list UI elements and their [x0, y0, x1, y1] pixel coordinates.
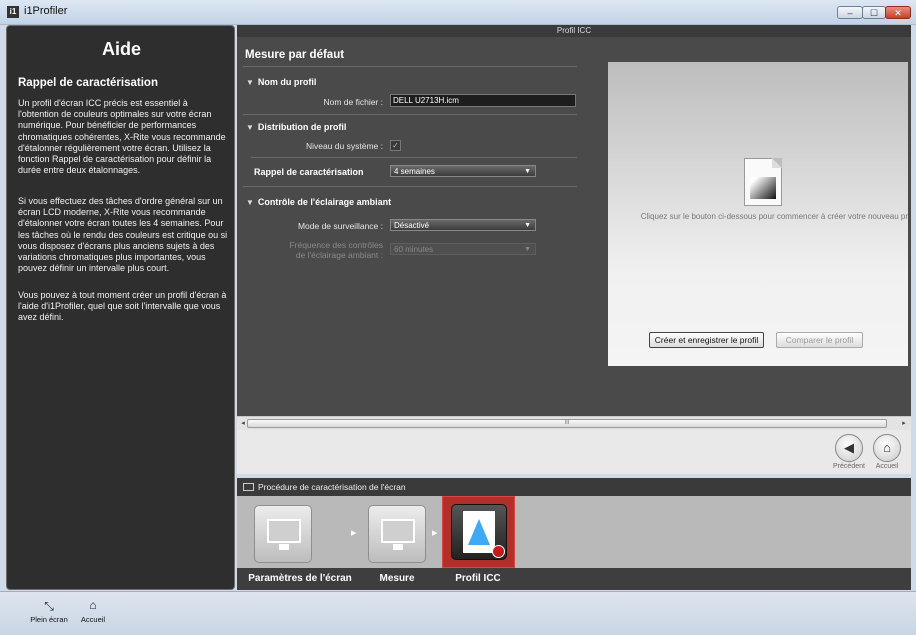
- group-distribution[interactable]: ▼ Distribution de profil: [246, 122, 346, 132]
- fullscreen-label[interactable]: Plein écran: [25, 615, 73, 624]
- home-bottom-label[interactable]: Accueil: [75, 615, 111, 624]
- horizontal-scrollbar[interactable]: ◂ III ▸: [237, 416, 911, 430]
- divider: [243, 114, 577, 115]
- procedure-steps: ▸ ▸ Paramètres de l'écran Mesure Profil …: [237, 496, 911, 590]
- reminder-value: 4 semaines: [394, 167, 435, 176]
- monitoring-mode-value: Désactivé: [394, 221, 430, 230]
- window-title: i1Profiler: [24, 5, 68, 17]
- help-paragraph-3: Vous pouvez à tout moment créer un profi…: [18, 290, 227, 323]
- home-label: Accueil: [875, 463, 899, 470]
- scroll-right-icon[interactable]: ▸: [898, 418, 910, 429]
- bottom-toolbar: ⤡ Plein écran ⌂ Accueil: [0, 591, 916, 635]
- divider: [251, 157, 577, 158]
- previous-label: Précédent: [833, 463, 865, 470]
- group-profile-name-label: Nom du profil: [257, 77, 317, 87]
- maximize-button[interactable]: ☐: [862, 6, 886, 19]
- measurement-icon: [381, 519, 415, 543]
- create-save-profile-button[interactable]: Créer et enregistrer le profil: [649, 332, 764, 348]
- previous-button[interactable]: ◀: [835, 434, 863, 462]
- step-icc-profile[interactable]: [451, 504, 507, 560]
- procedure-footer: Paramètres de l'écran Mesure Profil ICC: [237, 568, 911, 590]
- main-header: Profil ICC: [237, 25, 911, 37]
- group-ambient-label: Contrôle de l'éclairage ambiant: [257, 197, 392, 207]
- step-label-icc-profile: Profil ICC: [455, 573, 501, 584]
- scrollbar-thumb[interactable]: III: [247, 419, 887, 428]
- step-label-display-settings: Paramètres de l'écran: [248, 573, 352, 584]
- compare-profile-button: Comparer le profil: [776, 332, 863, 348]
- monitoring-mode-label: Mode de surveillance :: [297, 221, 383, 231]
- divider: [243, 186, 577, 187]
- procedure-header: Procédure de caractérisation de l'écran: [237, 478, 911, 496]
- system-level-label: Niveau du système :: [305, 141, 383, 151]
- reminder-dropdown[interactable]: 4 semaines ▼: [390, 165, 536, 177]
- settings-panel: Mesure par défaut ▼ Nom du profil Nom de …: [237, 37, 911, 416]
- filename-input[interactable]: [390, 94, 576, 107]
- divider: [243, 66, 577, 67]
- document-icon: [744, 158, 782, 206]
- navigation-area: ◀ Précédent ⌂ Accueil: [237, 430, 911, 474]
- group-ambient[interactable]: ▼ Contrôle de l'éclairage ambiant: [246, 197, 391, 207]
- chevron-down-icon: ▼: [524, 168, 531, 175]
- monitoring-mode-dropdown[interactable]: Désactivé ▼: [390, 219, 536, 231]
- preview-hint: Cliquez sur le bouton ci-dessous pour co…: [640, 212, 908, 221]
- step-measurement[interactable]: [368, 505, 426, 563]
- display-settings-icon: [267, 519, 301, 543]
- section-title: Mesure par défaut: [245, 49, 345, 61]
- collapse-triangle-icon: ▼: [246, 198, 254, 207]
- reminder-label: Rappel de caractérisation: [254, 167, 364, 177]
- fullscreen-icon[interactable]: ⤡: [37, 599, 61, 614]
- collapse-triangle-icon: ▼: [246, 123, 254, 132]
- step-arrow-icon: ▸: [432, 527, 438, 539]
- title-bar: i1 i1Profiler ‒ ☐ ✕: [0, 0, 916, 25]
- chevron-down-icon: ▼: [524, 246, 531, 253]
- app-icon: i1: [7, 6, 19, 18]
- help-paragraph-1: Un profil d'écran ICC précis est essenti…: [18, 98, 226, 176]
- help-paragraph-2: Si vous effectuez des tâches d'ordre gén…: [18, 196, 228, 274]
- step-display-settings[interactable]: [254, 505, 312, 563]
- home-icon[interactable]: ⌂: [81, 598, 105, 612]
- frequency-label: Fréquence des contrôles de l'éclairage a…: [289, 240, 383, 260]
- group-distribution-label: Distribution de profil: [257, 122, 347, 132]
- icc-profile-icon: [463, 511, 495, 553]
- procedure-title: Procédure de caractérisation de l'écran: [258, 482, 406, 492]
- frequency-value: 60 minutes: [394, 245, 434, 254]
- chevron-down-icon: ▼: [524, 222, 531, 229]
- badge-icon: [492, 545, 505, 558]
- system-level-checkbox[interactable]: ✓: [390, 140, 401, 151]
- minimize-button[interactable]: ‒: [837, 6, 863, 19]
- group-profile-name[interactable]: ▼ Nom du profil: [246, 77, 316, 87]
- home-button[interactable]: ⌂: [873, 434, 901, 462]
- profile-preview: Cliquez sur le bouton ci-dessous pour co…: [608, 62, 908, 366]
- step-arrow-icon: ▸: [351, 527, 357, 539]
- frequency-dropdown: 60 minutes ▼: [390, 243, 536, 255]
- step-label-measurement: Mesure: [379, 573, 415, 584]
- filename-label: Nom de fichier :: [323, 97, 383, 107]
- monitor-icon: [243, 483, 254, 491]
- close-button[interactable]: ✕: [885, 6, 911, 19]
- help-title: Aide: [101, 39, 141, 59]
- help-subtitle: Rappel de caractérisation: [18, 77, 158, 89]
- help-panel: Aide Rappel de caractérisation Un profil…: [6, 25, 235, 590]
- collapse-triangle-icon: ▼: [246, 78, 254, 87]
